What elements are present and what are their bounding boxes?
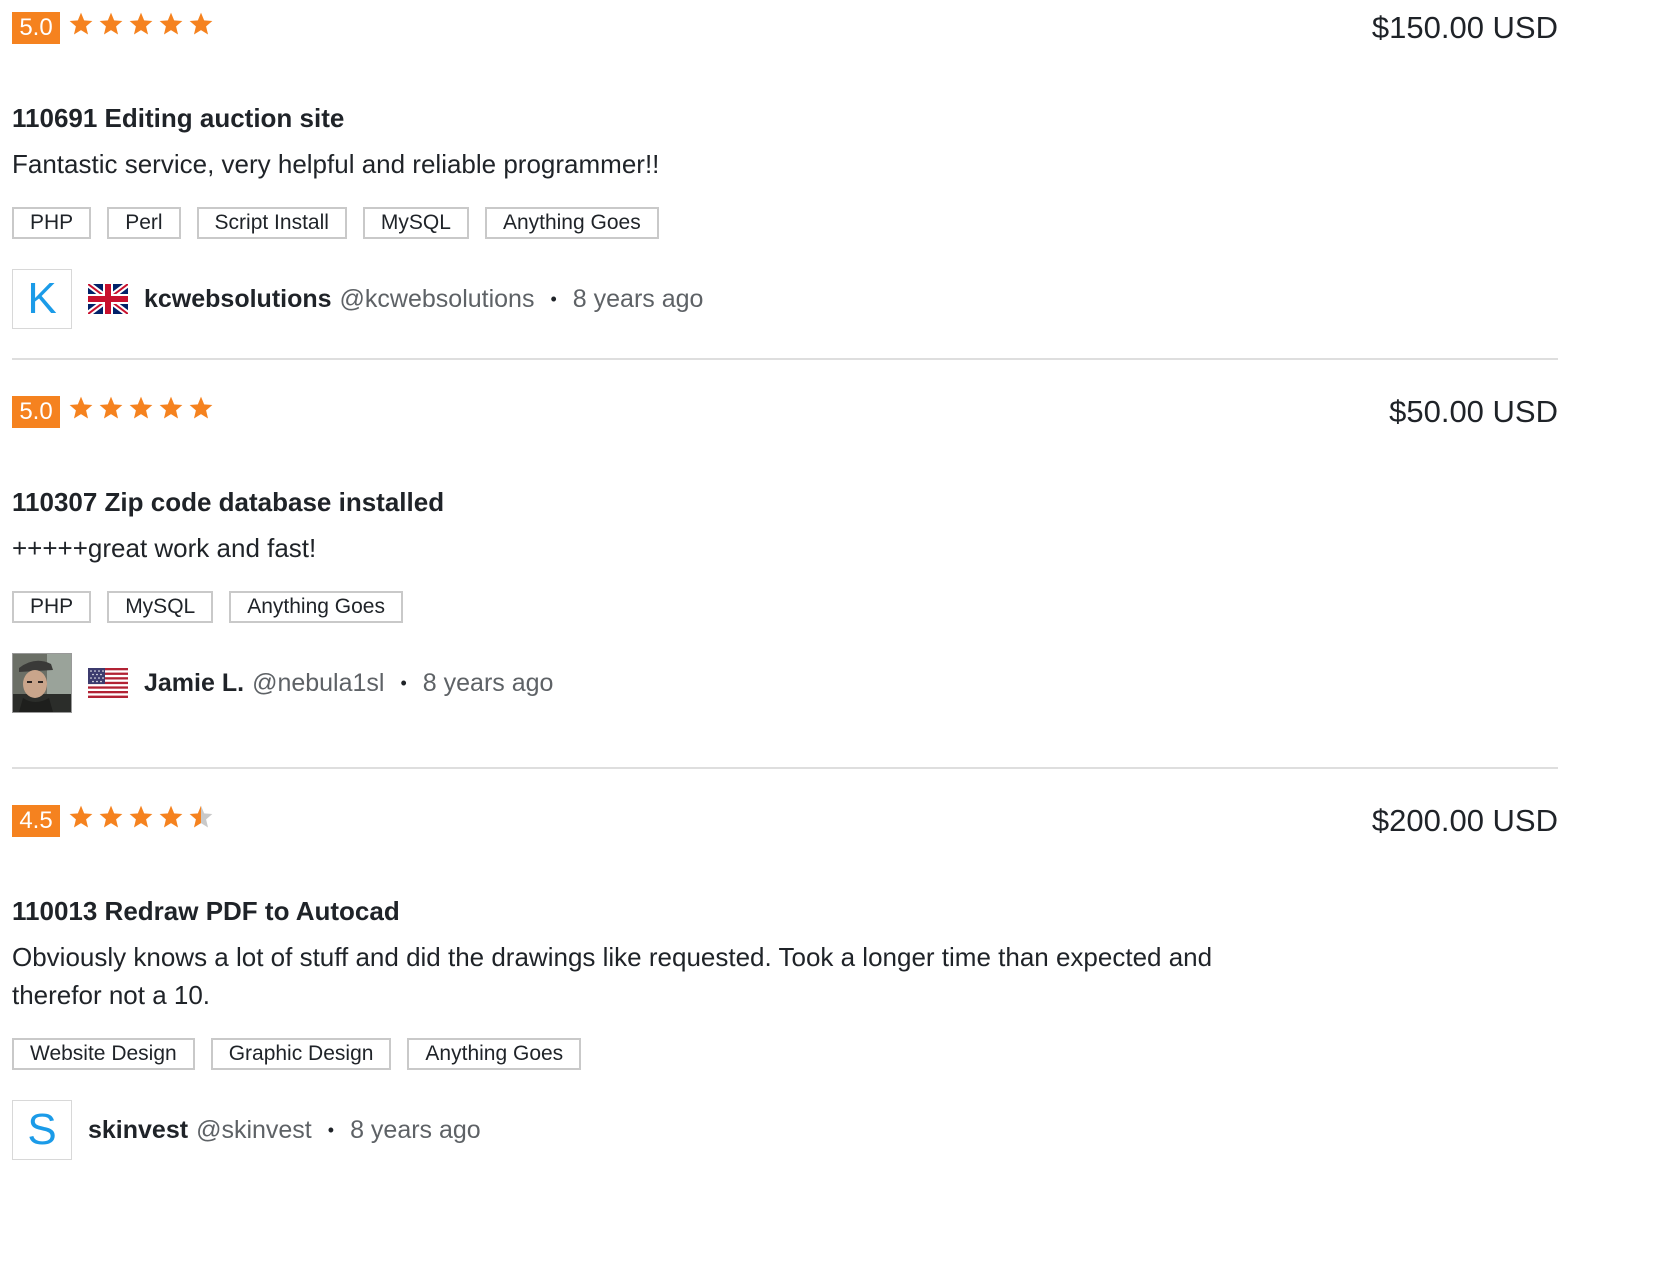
reviewer-info: S skinvest @skinvest • 8 years ago (12, 1100, 1558, 1160)
review-comment: Fantastic service, very helpful and reli… (12, 149, 660, 179)
review-item: 5.0 $150.00 USD 110691 Editing auction s… (12, 0, 1558, 360)
review-price: $150.00 USD (1371, 10, 1558, 45)
avatar-photo (13, 654, 71, 712)
review-price: $200.00 USD (1371, 803, 1558, 838)
star-icon (99, 12, 123, 35)
us-flag-icon (88, 668, 128, 698)
star-rating (68, 11, 214, 37)
skill-tag[interactable]: Script Install (196, 207, 347, 239)
review-comment: Obviously knows a lot of stuff and did t… (12, 942, 1213, 1010)
skill-tag[interactable]: Perl (107, 207, 181, 239)
skill-tag[interactable]: Anything Goes (229, 591, 403, 623)
star-icon (69, 396, 93, 419)
skill-tag[interactable]: Graphic Design (210, 1038, 392, 1070)
star-icon (99, 805, 123, 828)
star-icon (129, 396, 153, 419)
reviewer-handle: @nebula1sl (252, 668, 385, 697)
skill-tag[interactable]: PHP (12, 207, 92, 239)
skill-tag[interactable]: Website Design (12, 1038, 195, 1070)
reviewer-info: K kcwebsolutions @kcwebsolutions • 8 yea… (12, 269, 1558, 329)
skill-tags: PHP MySQL Anything Goes (12, 591, 1558, 623)
star-icon (189, 805, 213, 828)
skill-tag[interactable]: Anything Goes (484, 207, 659, 239)
star-icon (189, 12, 213, 35)
star-icon (159, 805, 183, 828)
star-icon (129, 12, 153, 35)
rating-badge: 5.0 (12, 396, 60, 428)
review-item: 4.5 $200.00 USD 110013 Redraw PDF to Aut… (12, 793, 1558, 1274)
separator-dot: • (550, 288, 557, 309)
separator-dot: • (400, 672, 407, 693)
separator-dot: • (327, 1119, 335, 1140)
star-rating (68, 804, 214, 830)
review-time: 8 years ago (572, 284, 704, 313)
reviewer-name[interactable]: Jamie L. (144, 669, 244, 698)
skill-tags: PHP Perl Script Install MySQL Anything G… (12, 207, 1558, 239)
project-title[interactable]: 110307 Zip code database installed (12, 485, 1558, 519)
star-icon (159, 396, 183, 419)
star-icon (159, 12, 183, 35)
star-icon (129, 805, 153, 828)
review-header: 5.0 $50.00 USD (12, 384, 1558, 440)
reviewer-info: Jamie L. @nebula1sl • 8 years ago (12, 653, 1558, 713)
project-title[interactable]: 110691 Editing auction site (12, 101, 1558, 135)
avatar[interactable]: K (12, 269, 72, 329)
star-icon (69, 805, 93, 828)
review-comment: +++++great work and fast! (12, 533, 317, 563)
star-icon (69, 12, 93, 35)
reviewer-name[interactable]: kcwebsolutions (144, 285, 332, 314)
uk-flag-icon (88, 284, 128, 314)
skill-tags: Website Design Graphic Design Anything G… (12, 1038, 1558, 1070)
skill-tag[interactable]: Anything Goes (407, 1038, 582, 1070)
avatar[interactable]: S (12, 1100, 72, 1160)
star-icon (99, 396, 123, 419)
project-title[interactable]: 110013 Redraw PDF to Autocad (12, 894, 1558, 928)
skill-tag[interactable]: MySQL (107, 591, 214, 623)
review-header: 4.5 $200.00 USD (12, 793, 1558, 849)
star-icon (189, 396, 213, 419)
review-time: 8 years ago (350, 1115, 481, 1144)
reviewer-handle: @kcwebsolutions (339, 284, 535, 313)
review-time: 8 years ago (422, 668, 554, 697)
skill-tag[interactable]: MySQL (362, 207, 469, 239)
skill-tag[interactable]: PHP (12, 591, 92, 623)
review-header: 5.0 $150.00 USD (12, 0, 1558, 56)
reviewer-name[interactable]: skinvest (88, 1116, 188, 1145)
rating-badge: 4.5 (12, 805, 60, 837)
reviewer-handle: @skinvest (196, 1115, 312, 1144)
avatar[interactable] (12, 653, 72, 713)
rating-badge: 5.0 (12, 12, 60, 44)
review-list: 5.0 $150.00 USD 110691 Editing auction s… (12, 0, 1558, 1274)
review-item: 5.0 $50.00 USD 110307 Zip code database … (12, 384, 1558, 769)
star-rating (68, 395, 214, 421)
review-price: $50.00 USD (1389, 394, 1558, 429)
